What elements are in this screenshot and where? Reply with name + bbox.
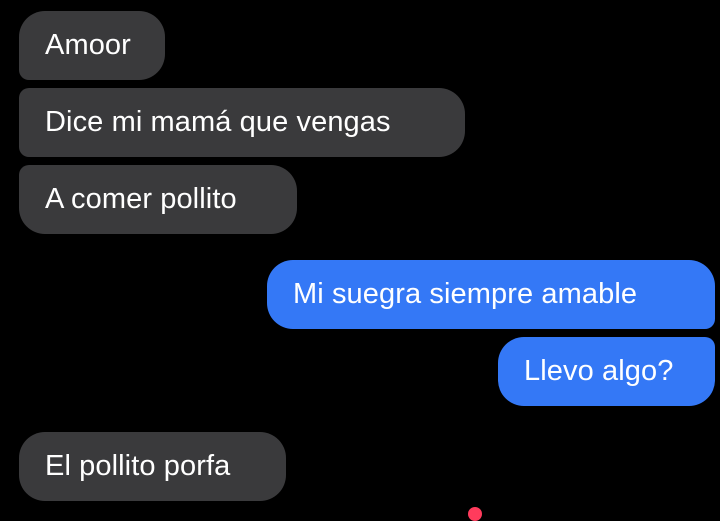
heart-icon <box>468 507 482 521</box>
message-bubble-incoming[interactable]: Dice mi mamá que vengas <box>19 88 465 157</box>
message-bubble-incoming[interactable]: A comer pollito <box>19 165 297 234</box>
message-bubble-outgoing[interactable]: Llevo algo? <box>498 337 715 406</box>
chat-thread: Amoor Dice mi mamá que vengas A comer po… <box>0 0 720 521</box>
message-bubble-incoming[interactable]: Amoor <box>19 11 165 80</box>
message-bubble-outgoing[interactable]: Mi suegra siempre amable <box>267 260 715 329</box>
message-bubble-incoming[interactable]: El pollito porfa <box>19 432 286 501</box>
